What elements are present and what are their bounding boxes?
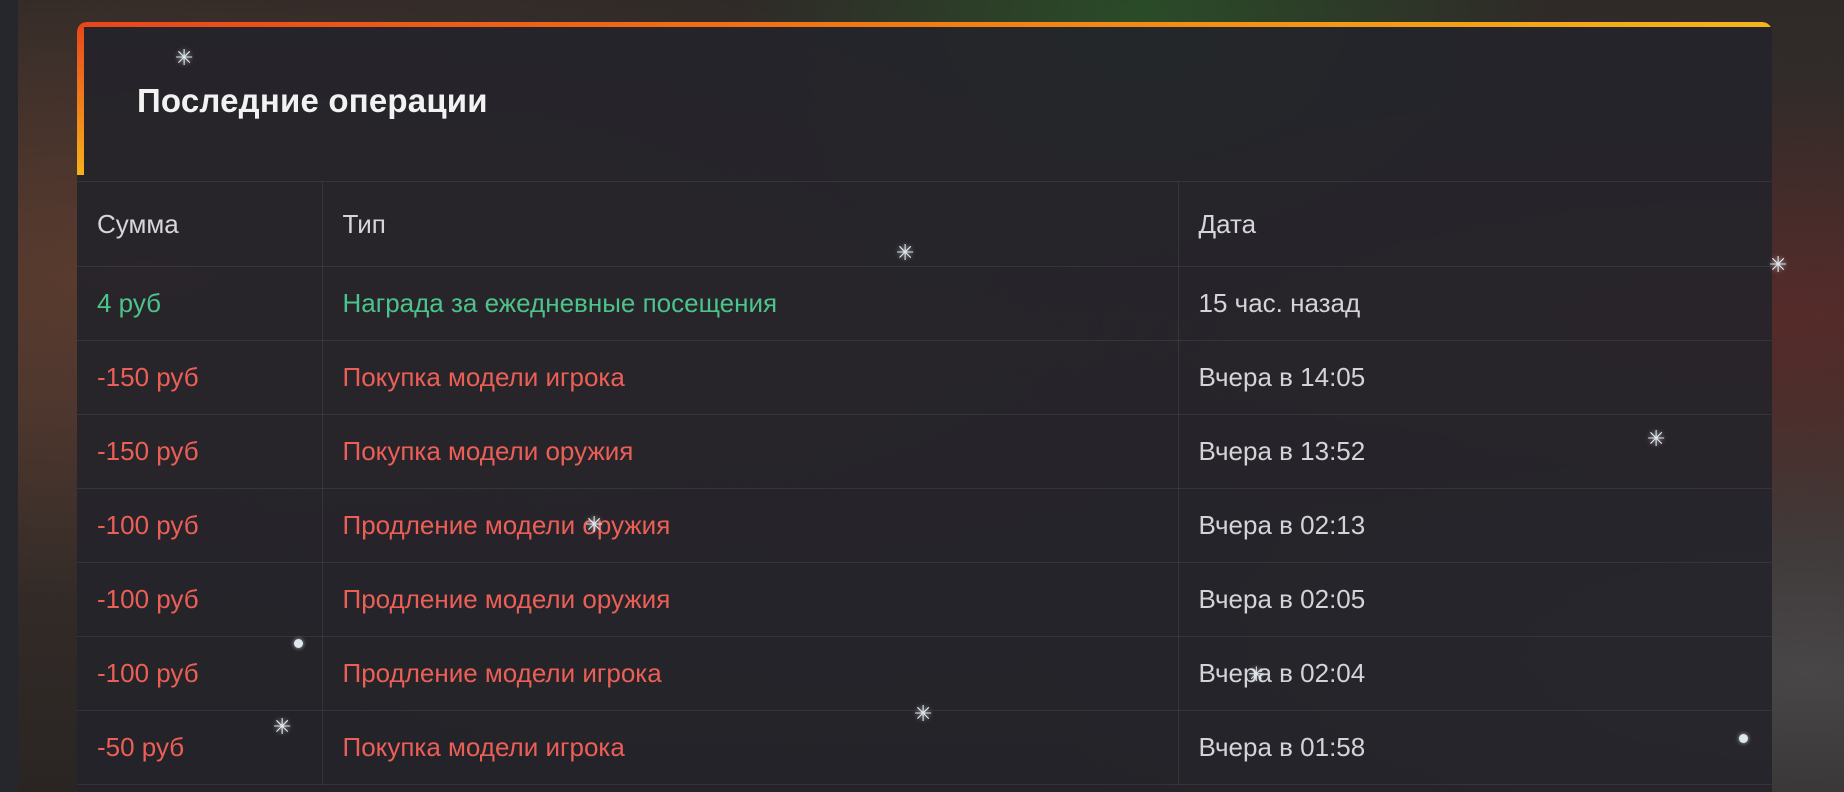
panel-header: Последние операции	[77, 22, 1772, 182]
date-cell: Вчера в 02:05	[1178, 562, 1772, 637]
amount-cell: 4 руб	[77, 266, 323, 341]
column-header-date: Дата	[1178, 182, 1772, 267]
date-cell: Вчера в 02:13	[1178, 488, 1772, 563]
snowflake-icon: ✳	[175, 46, 194, 71]
type-cell: Продление модели игрока	[322, 636, 1179, 711]
amount-cell: -150 руб	[77, 414, 323, 489]
type-cell: Покупка модели оружия	[322, 414, 1179, 489]
type-cell: Награда за ежедневные посещения	[322, 266, 1179, 341]
table-row: -150 руб Покупка модели оружия Вчера в 1…	[77, 414, 1772, 489]
date-cell: Вчера в 02:04	[1178, 636, 1772, 711]
snowflake-icon: ✳	[1248, 662, 1265, 686]
operations-table: Сумма Тип Дата 4 руб Награда за ежедневн…	[77, 182, 1772, 785]
amount-cell: -100 руб	[77, 562, 323, 637]
type-cell: Покупка модели игрока	[322, 710, 1179, 785]
table-row: -150 руб Покупка модели игрока Вчера в 1…	[77, 340, 1772, 415]
type-cell: Покупка модели игрока	[322, 340, 1179, 415]
snowflake-icon: ✳	[1647, 427, 1666, 452]
snowflake-icon: ✳	[273, 715, 292, 740]
amount-cell: -100 руб	[77, 636, 323, 711]
date-cell: Вчера в 01:58	[1178, 710, 1772, 785]
panel-accent-left	[77, 22, 84, 175]
table-row: 4 руб Награда за ежедневные посещения 15…	[77, 266, 1772, 341]
date-cell: Вчера в 14:05	[1178, 340, 1772, 415]
table-row: -100 руб Продление модели оружия Вчера в…	[77, 488, 1772, 563]
table-header-row: Сумма Тип Дата	[77, 182, 1772, 267]
snowflake-icon: ✳	[585, 513, 604, 538]
column-header-amount: Сумма	[77, 182, 323, 267]
snowflake-icon: ✳	[1769, 253, 1788, 278]
recent-operations-panel: Последние операции Сумма Тип Дата 4 руб …	[77, 22, 1772, 792]
page-left-edge	[0, 0, 18, 792]
date-cell: Вчера в 13:52	[1178, 414, 1772, 489]
amount-cell: -100 руб	[77, 488, 323, 563]
type-cell: Продление модели оружия	[322, 488, 1179, 563]
snowflake-icon: ✳	[896, 241, 915, 266]
table-row: -100 руб Продление модели игрока Вчера в…	[77, 636, 1772, 711]
column-header-type: Тип	[322, 182, 1179, 267]
snowflake-icon	[1739, 734, 1748, 743]
amount-cell: -150 руб	[77, 340, 323, 415]
type-cell: Продление модели оружия	[322, 562, 1179, 637]
table-row: -100 руб Продление модели оружия Вчера в…	[77, 562, 1772, 637]
panel-title: Последние операции	[137, 82, 488, 119]
snowflake-icon	[294, 639, 303, 648]
snowflake-icon: ✳	[914, 702, 933, 727]
date-cell: 15 час. назад	[1178, 266, 1772, 341]
